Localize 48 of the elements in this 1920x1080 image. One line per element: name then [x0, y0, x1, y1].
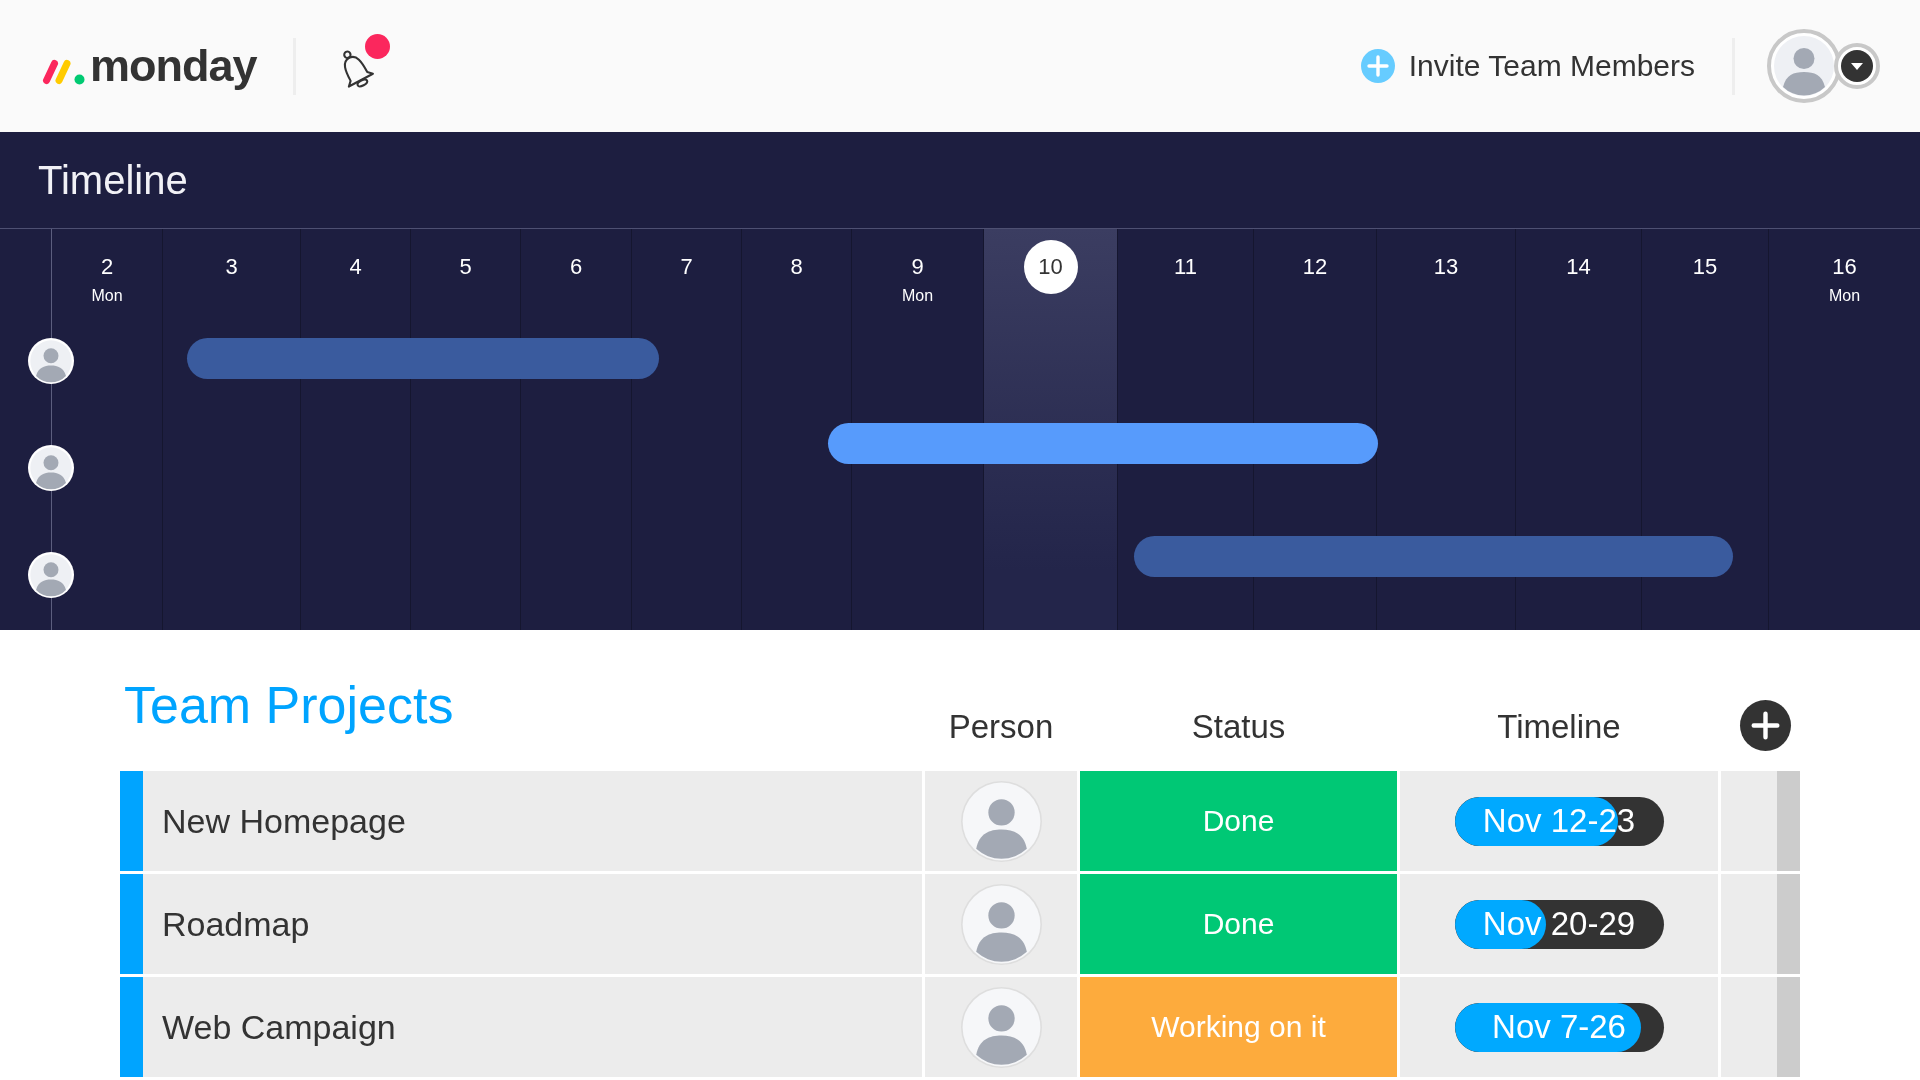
- panel-title: Timeline: [38, 157, 188, 204]
- day-number: 15: [1691, 253, 1719, 281]
- project-name-cell: Web Campaign: [120, 977, 922, 1077]
- day-number: 2: [99, 253, 115, 281]
- avatar-icon: [28, 338, 74, 384]
- task-bar[interactable]: [187, 338, 659, 379]
- day-number: 10: [1023, 240, 1078, 294]
- day-number: 8: [789, 253, 804, 281]
- day-number: 5: [458, 253, 473, 281]
- board-title: Team Projects: [124, 675, 455, 736]
- day-number: 16: [1831, 253, 1858, 281]
- project-name-cell: Roadmap: [120, 874, 922, 974]
- plus-icon: [1360, 49, 1395, 83]
- invite-button[interactable]: Invite Team Members: [1360, 44, 1695, 88]
- day-number: 7: [679, 253, 694, 281]
- day-number: 4: [348, 253, 363, 281]
- date-range-bar[interactable]: Nov 7-26: [1454, 1002, 1664, 1052]
- date-range-text: Nov 7-26: [1492, 1007, 1626, 1047]
- avatar-icon: [960, 883, 1042, 965]
- status-cell[interactable]: Done: [1080, 874, 1397, 974]
- avatar-icon: [1774, 36, 1834, 96]
- day-number: 6: [568, 253, 584, 281]
- day-number: 14: [1565, 253, 1592, 281]
- date-range-text: Nov 20-29: [1482, 904, 1636, 944]
- avatar-icon: [28, 552, 74, 598]
- column-header: Person: [948, 707, 1054, 747]
- column-header: Status: [1191, 707, 1286, 747]
- status-cell[interactable]: Done: [1080, 771, 1397, 871]
- day-number: 3: [224, 253, 239, 281]
- weekday-label: Mon: [1828, 286, 1861, 306]
- project-name-cell: New Homepage: [120, 771, 922, 871]
- weekday-label: Mon: [901, 286, 934, 306]
- date-range-bar[interactable]: Nov 20-29: [1454, 899, 1664, 949]
- account-menu-button[interactable]: [1834, 43, 1880, 89]
- day-number: 12: [1301, 253, 1329, 281]
- day-number: 9: [910, 253, 925, 281]
- add-column-button[interactable]: [1740, 700, 1791, 751]
- day-number: 11: [1173, 253, 1198, 281]
- column-header: Timeline: [1497, 707, 1621, 747]
- caret-icon: [1841, 50, 1873, 82]
- avatar-icon: [960, 780, 1042, 862]
- logo-text: monday: [90, 39, 257, 93]
- status-cell[interactable]: Working on it: [1080, 977, 1397, 1077]
- avatar-icon: [28, 445, 74, 491]
- avatar-icon: [960, 986, 1042, 1068]
- day-number: 13: [1432, 253, 1460, 281]
- logo-mark-icon: [42, 59, 86, 85]
- weekday-label: Mon: [91, 286, 123, 306]
